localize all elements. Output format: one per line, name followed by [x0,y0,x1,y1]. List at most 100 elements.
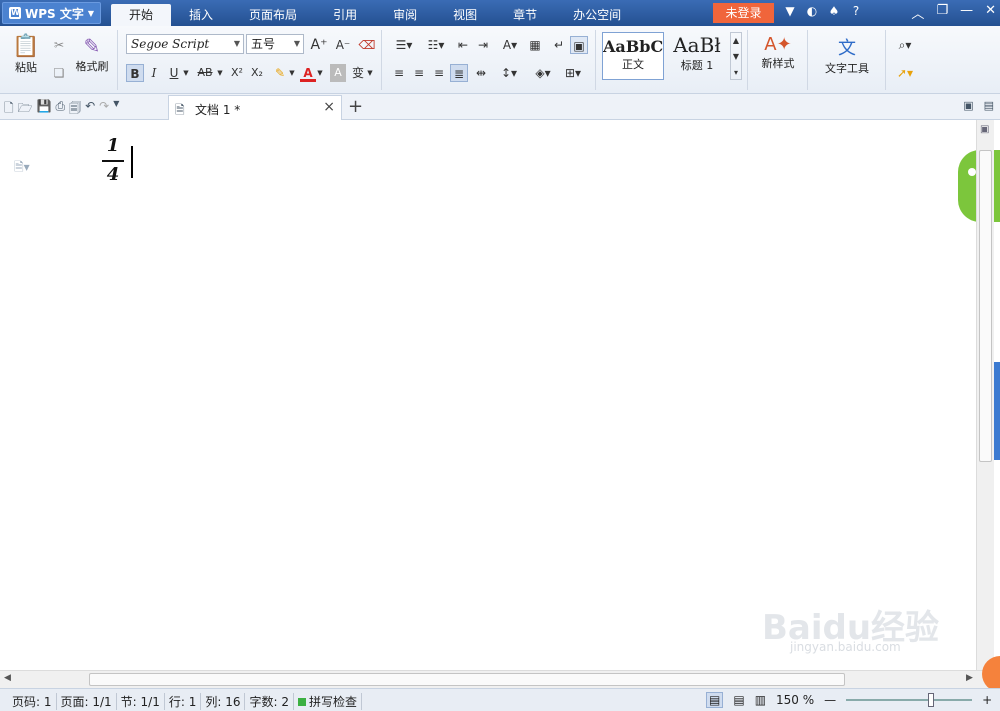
highlight-icon[interactable]: ✎ [272,64,288,82]
split-view-icon[interactable]: ▣ [980,124,989,135]
new-file-icon[interactable]: 🗋 [4,99,14,120]
document-canvas[interactable]: 🗎▾ 1 4 [0,120,976,670]
chevron-down-icon[interactable]: ▼ [316,64,324,82]
italic-button[interactable]: I [146,64,162,82]
superscript-button[interactable]: X² [228,64,246,82]
collapse-ribbon-icon[interactable]: ︿ [911,3,924,22]
table-icon[interactable]: ▦ [526,36,544,54]
paste-button[interactable]: 📋 粘贴 [8,34,44,75]
char-shading-button[interactable]: A [330,64,346,82]
distribute-icon[interactable]: ⇹ [472,64,490,82]
undo-icon[interactable]: ↶ [85,99,95,120]
login-button[interactable]: 未登录 [713,3,774,23]
subscript-button[interactable]: X₂ [248,64,266,82]
phonetic-guide-button[interactable]: 变 [350,64,366,82]
app-menu-button[interactable]: W WPS 文字 ▼ [2,2,102,24]
tab-menu-icon[interactable]: ▤ [984,99,994,112]
styles-more-icon[interactable]: ▲ ▼ ▾ [730,32,742,80]
scroll-left-icon[interactable]: ◀ [4,673,11,683]
outline-view-icon[interactable]: ▤ [733,693,744,707]
print-icon[interactable]: ⎙ [56,99,66,120]
tab-office-space[interactable]: 办公空间 [555,4,639,26]
clear-format-icon[interactable]: ⌫ [358,36,376,54]
zoom-out-icon[interactable]: — [824,693,836,707]
tab-insert[interactable]: 插入 [171,4,231,26]
zoom-slider-thumb[interactable] [928,693,935,707]
fraction-equation[interactable]: 1 4 [102,135,124,188]
page-view-icon[interactable]: ▤ [706,692,724,708]
decrease-indent-icon[interactable]: ⇤ [454,36,472,54]
chevron-down-icon[interactable]: ▼ [366,64,374,82]
chevron-down-icon[interactable]: ▼ [182,64,190,82]
restore-icon[interactable]: ❐ [936,3,948,22]
shading-icon[interactable]: ◈▾ [530,64,556,82]
zoom-in-icon[interactable]: + [982,693,992,707]
vertical-scrollbar[interactable]: ▣ [976,120,994,670]
window-controls: ︿ ❐ — ✕ [911,3,996,22]
close-tab-icon[interactable]: × [323,99,335,115]
underline-button[interactable]: U [166,64,182,82]
style-normal[interactable]: AaBbC 正文 [602,32,664,80]
print-preview-icon[interactable]: 🗐 [69,99,81,120]
bold-button[interactable]: B [126,64,144,82]
align-center-icon[interactable]: ≡ [410,64,428,82]
font-size-select[interactable]: 五号 ▼ [246,34,304,54]
cut-icon[interactable]: ✂ [50,36,68,54]
tab-page-layout[interactable]: 页面布局 [231,4,315,26]
align-left-icon[interactable]: ≡ [390,64,408,82]
redo-icon[interactable]: ↷ [99,99,109,120]
horizontal-scroll-thumb[interactable] [89,673,845,686]
close-icon[interactable]: ✕ [985,3,996,22]
chevron-down-icon[interactable]: ▼ [288,64,296,82]
layout-icon[interactable]: ▣ [570,36,588,54]
shrink-font-icon[interactable]: A⁻ [334,36,352,54]
line-spacing-icon[interactable]: ↕▾ [496,64,522,82]
text-direction-icon[interactable]: A▾ [498,36,522,54]
new-style-button[interactable]: A✦ 新样式 [750,34,806,71]
document-tab[interactable]: 🗎 文档 1 * × [168,95,342,120]
chevron-down-icon[interactable]: ▼ [113,99,119,120]
bullet-list-icon[interactable]: ☰▾ [390,36,418,54]
tab-home[interactable]: 开始 [111,4,172,26]
tab-references[interactable]: 引用 [315,4,375,26]
font-color-button[interactable]: A [300,64,316,82]
find-icon[interactable]: ⌕▾ [890,36,920,54]
zoom-level[interactable]: 150 % [776,693,814,707]
strikethrough-button[interactable]: AB [194,64,216,82]
tab-list-icon[interactable]: ▣ [963,99,973,112]
sidebar-toggle[interactable] [994,362,1000,460]
increase-indent-icon[interactable]: ⇥ [474,36,492,54]
tab-review[interactable]: 审阅 [375,4,435,26]
style-heading-1[interactable]: AaBł 标题 1 [666,32,728,80]
style-heading-label: 标题 1 [680,59,714,72]
scroll-right-icon[interactable]: ▶ [966,673,973,683]
align-right-icon[interactable]: ≡ [430,64,448,82]
borders-icon[interactable]: ⊞▾ [560,64,586,82]
shirt-icon[interactable]: ♠ [826,4,842,18]
add-tab-icon[interactable]: + [348,96,363,117]
web-view-icon[interactable]: ▥ [755,693,766,707]
font-name-select[interactable]: Segoe Script ▼ [126,34,244,54]
format-painter-button[interactable]: ✎ 格式刷 [72,34,112,74]
text-tools-button[interactable]: 文 文字工具 [812,34,882,76]
skin-icon[interactable]: ◐ [804,4,820,18]
copy-icon[interactable]: ❏ [50,64,68,82]
select-icon[interactable]: ➚▾ [890,64,920,82]
chevron-down-icon[interactable]: ▼ [216,64,224,82]
numbered-list-icon[interactable]: ☷▾ [422,36,450,54]
spell-check-button[interactable]: 拼写检查 [294,693,362,710]
open-folder-icon[interactable]: 🗁 [18,99,33,120]
zoom-slider[interactable] [846,693,973,707]
justify-icon[interactable]: ≣ [450,64,468,82]
paragraph-marker-icon[interactable]: 🗎▾ [14,158,30,179]
tab-view[interactable]: 视图 [435,4,495,26]
save-icon[interactable]: 💾 [37,99,52,120]
show-marks-icon[interactable]: ↵ [550,36,568,54]
horizontal-scrollbar[interactable]: ◀ ▶ [0,670,990,688]
help-icon[interactable]: ? [848,4,864,18]
vertical-scroll-thumb[interactable] [979,150,992,462]
dropdown-circle-icon[interactable]: ▼ [782,4,798,18]
grow-font-icon[interactable]: A⁺ [310,36,328,54]
minimize-icon[interactable]: — [960,3,973,22]
tab-chapter[interactable]: 章节 [495,4,555,26]
